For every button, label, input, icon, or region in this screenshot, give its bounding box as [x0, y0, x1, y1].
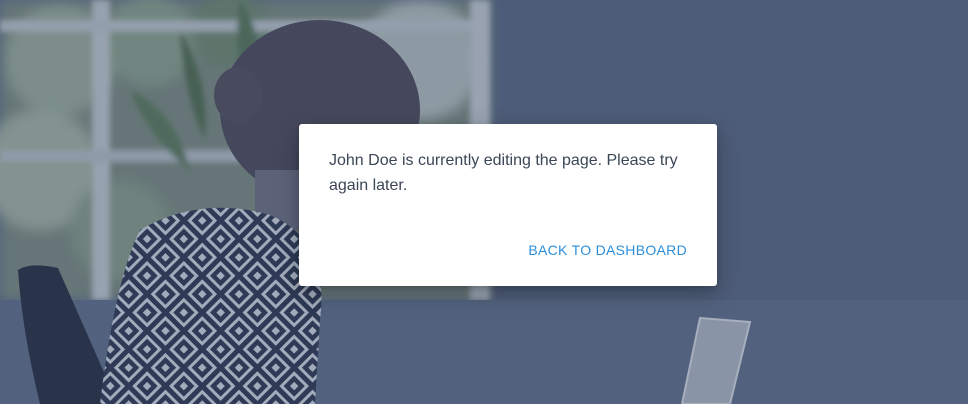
page-backdrop: John Doe is currently editing the page. …	[0, 0, 968, 404]
dialog-actions: BACK TO DASHBOARD	[528, 242, 687, 260]
editing-lock-dialog: John Doe is currently editing the page. …	[299, 124, 717, 286]
dialog-message: John Doe is currently editing the page. …	[329, 152, 678, 194]
back-to-dashboard-button[interactable]: BACK TO DASHBOARD	[528, 242, 687, 258]
